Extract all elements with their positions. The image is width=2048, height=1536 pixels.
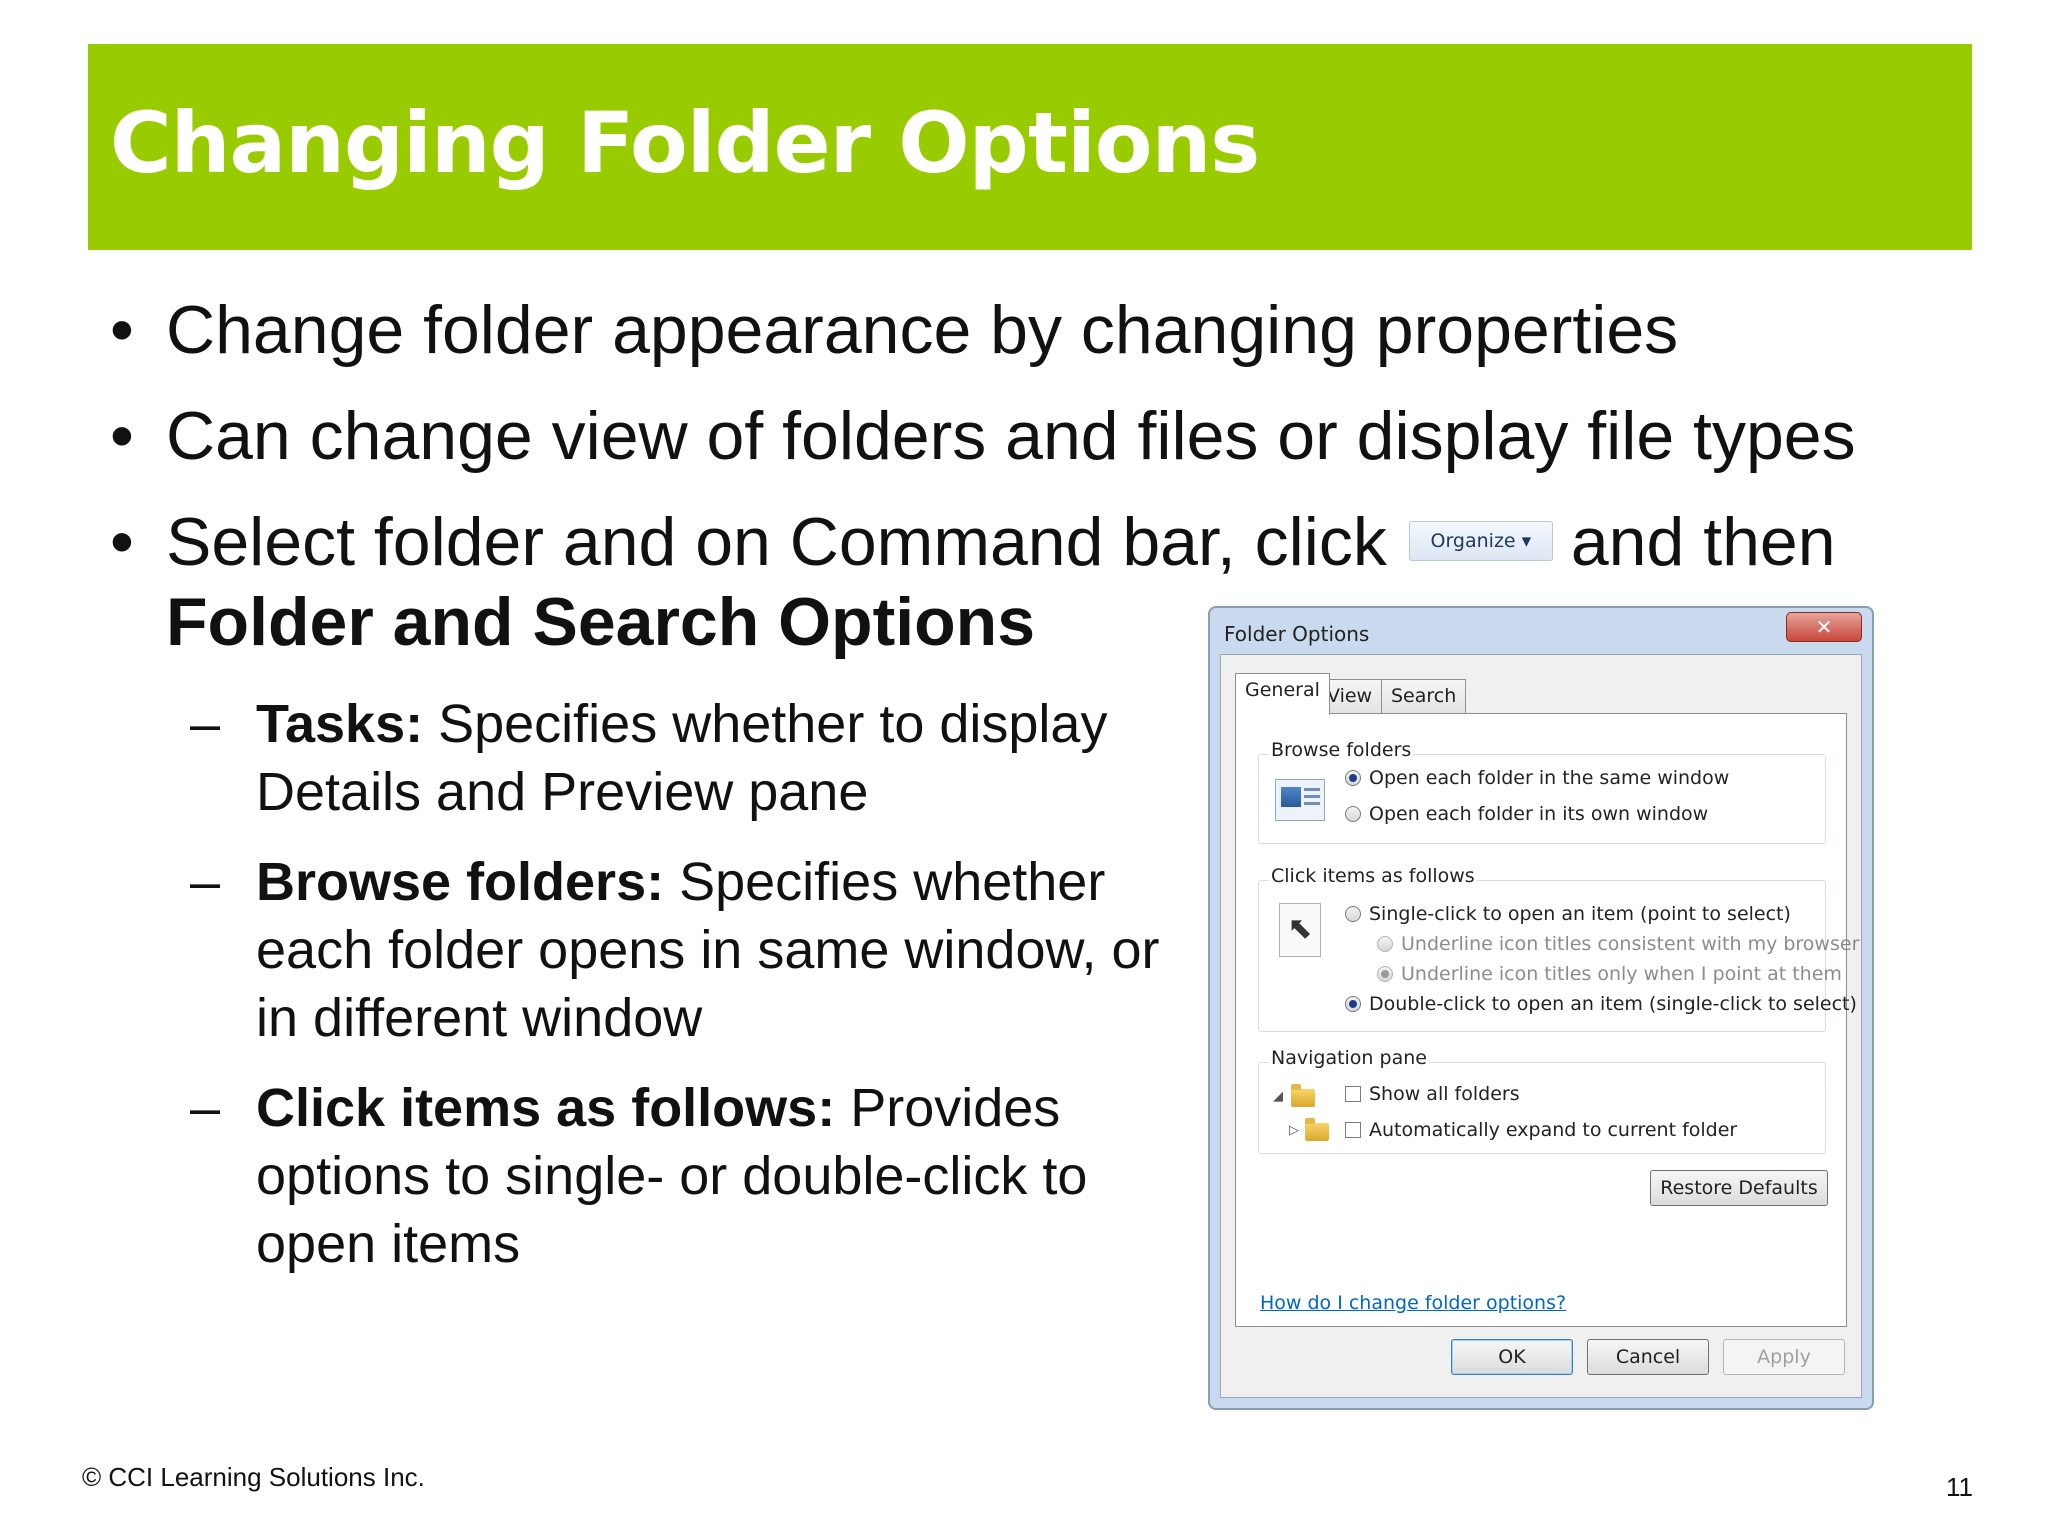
bullet-2-text: Can change view of folders and files or … — [166, 398, 1856, 474]
browse-folders-group: Browse folders Open each folder in the s… — [1258, 739, 1826, 844]
auto-expand-option[interactable]: Automatically expand to current folder — [1345, 1119, 1737, 1141]
sub-bullet-dash: – — [190, 694, 221, 754]
sub-bullet-list: – Tasks: Specifies whether to display De… — [190, 690, 1190, 1300]
close-icon: ✕ — [1815, 615, 1833, 639]
open-same-window-radio[interactable] — [1345, 770, 1361, 786]
single-click-label: Single-click to open an item (point to s… — [1369, 903, 1791, 925]
bullet-dot: • — [110, 292, 134, 368]
help-link[interactable]: How do I change folder options? — [1260, 1292, 1566, 1314]
folder-icon — [1305, 1118, 1329, 1141]
click-items-group: Click items as follows ⬉ Single-click to… — [1258, 865, 1859, 1032]
title-bar: Changing Folder Options — [88, 44, 1972, 250]
pointer-icon: ⬉ — [1279, 903, 1321, 957]
double-click-label: Double-click to open an item (single-cli… — [1369, 993, 1857, 1015]
bullet-2: • Can change view of folders and files o… — [110, 396, 1910, 476]
sub-bullet-browse-folders: – Browse folders: Specifies whether each… — [190, 848, 1190, 1052]
bullet-1: • Change folder appearance by changing p… — [110, 290, 1910, 370]
close-button[interactable]: ✕ — [1786, 612, 1862, 642]
double-click-option[interactable]: Double-click to open an item (single-cli… — [1345, 993, 1857, 1015]
bullet-3-text-after: and then — [1570, 504, 1836, 580]
browse-folders-icon — [1275, 779, 1325, 821]
open-own-window-radio[interactable] — [1345, 806, 1361, 822]
slide-title: Changing Folder Options — [110, 94, 1260, 192]
folder-options-dialog: Folder Options ✕ General View Search Bro… — [1208, 606, 1874, 1410]
restore-defaults-button[interactable]: Restore Defaults — [1650, 1170, 1828, 1206]
show-all-folders-checkbox[interactable] — [1345, 1086, 1361, 1102]
underline-browser-option: Underline icon titles consistent with my… — [1377, 933, 1859, 955]
bullet-3-text-before: Select folder and on Command bar, click — [166, 504, 1387, 580]
sub-bullet-dash: – — [190, 852, 221, 912]
underline-point-label: Underline icon titles only when I point … — [1401, 963, 1842, 985]
dialog-title: Folder Options — [1224, 622, 1370, 646]
bullet-3-bold-text: Folder and Search Options — [166, 584, 1036, 660]
copyright-text: © CCI Learning Solutions Inc. — [82, 1462, 425, 1492]
bullet-dot: • — [110, 504, 134, 580]
tab-search[interactable]: Search — [1381, 679, 1467, 713]
underline-point-option: Underline icon titles only when I point … — [1377, 963, 1842, 985]
tab-general[interactable]: General — [1235, 673, 1330, 715]
sub-bullet-dash: – — [190, 1078, 221, 1138]
folder-icon — [1291, 1084, 1315, 1107]
apply-button: Apply — [1723, 1339, 1845, 1375]
ok-button[interactable]: OK — [1451, 1339, 1573, 1375]
sub-bullet-term: Tasks: — [256, 694, 424, 754]
open-same-window-label: Open each folder in the same window — [1369, 767, 1730, 789]
single-click-option[interactable]: Single-click to open an item (point to s… — [1345, 903, 1791, 925]
auto-expand-checkbox[interactable] — [1345, 1122, 1361, 1138]
double-click-radio[interactable] — [1345, 996, 1361, 1012]
show-all-folders-label: Show all folders — [1369, 1083, 1520, 1105]
tree-expanded-icon: ◢ — [1273, 1089, 1283, 1104]
chevron-down-icon: ▾ — [1521, 530, 1532, 553]
cancel-button[interactable]: Cancel — [1587, 1339, 1709, 1375]
navigation-pane-group: Navigation pane ◢ ▷ Show all folders Aut… — [1258, 1047, 1826, 1154]
open-own-window-option[interactable]: Open each folder in its own window — [1345, 803, 1708, 825]
browse-folders-label: Browse folders — [1269, 739, 1414, 761]
sub-bullet-term: Browse folders: — [256, 852, 665, 912]
bullet-1-text: Change folder appearance by changing pro… — [166, 292, 1679, 368]
bullet-dot: • — [110, 398, 134, 474]
organize-button-label: Organize — [1430, 530, 1516, 553]
organize-button[interactable]: Organize ▾ — [1408, 521, 1553, 562]
open-same-window-option[interactable]: Open each folder in the same window — [1345, 767, 1729, 789]
single-click-radio[interactable] — [1345, 906, 1361, 922]
auto-expand-label: Automatically expand to current folder — [1369, 1119, 1738, 1141]
sub-bullet-tasks: – Tasks: Specifies whether to display De… — [190, 690, 1190, 826]
underline-browser-radio — [1377, 936, 1393, 952]
underline-browser-label: Underline icon titles consistent with my… — [1401, 933, 1860, 955]
open-own-window-label: Open each folder in its own window — [1369, 803, 1709, 825]
tree-collapsed-icon: ▷ — [1289, 1123, 1299, 1138]
page-number: 11 — [1946, 1472, 1973, 1502]
dialog-client-area: General View Search Browse folders Open … — [1220, 654, 1862, 1398]
sub-bullet-term: Click items as follows: — [256, 1078, 836, 1138]
click-items-label: Click items as follows — [1269, 865, 1477, 887]
underline-point-radio — [1377, 966, 1393, 982]
general-tab-panel: Browse folders Open each folder in the s… — [1235, 713, 1859, 1327]
sub-bullet-click-items: – Click items as follows: Provides optio… — [190, 1074, 1190, 1278]
show-all-folders-option[interactable]: Show all folders — [1345, 1083, 1520, 1105]
navigation-pane-label: Navigation pane — [1269, 1047, 1429, 1069]
